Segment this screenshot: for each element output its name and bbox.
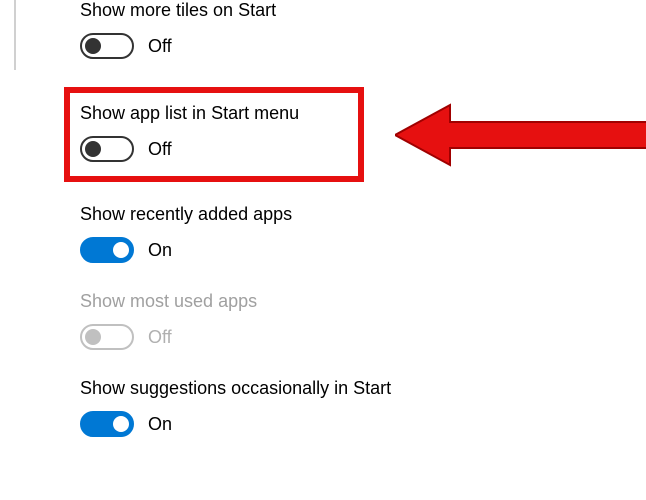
setting-label: Show more tiles on Start <box>80 0 646 21</box>
setting-label: Show app list in Start menu <box>80 103 346 124</box>
toggle-state-text: On <box>148 414 172 435</box>
setting-recently-added: Show recently added apps On <box>80 204 646 263</box>
toggle-show-app-list[interactable] <box>80 136 134 162</box>
toggle-row: Off <box>80 33 646 59</box>
setting-label: Show recently added apps <box>80 204 646 225</box>
toggle-row: Off <box>80 136 346 162</box>
setting-show-app-list: Show app list in Start menu Off <box>64 87 364 182</box>
setting-most-used: Show most used apps Off <box>80 291 646 350</box>
toggle-recently-added[interactable] <box>80 237 134 263</box>
toggle-state-text: Off <box>148 327 172 348</box>
toggle-state-text: Off <box>148 36 172 57</box>
setting-suggestions: Show suggestions occasionally in Start O… <box>80 378 646 437</box>
setting-label: Show most used apps <box>80 291 646 312</box>
setting-label: Show suggestions occasionally in Start <box>80 378 646 399</box>
toggle-row: On <box>80 411 646 437</box>
settings-list: Show more tiles on Start Off Show app li… <box>0 0 646 437</box>
toggle-row: On <box>80 237 646 263</box>
toggle-suggestions[interactable] <box>80 411 134 437</box>
left-panel-edge <box>0 0 16 70</box>
toggle-show-more-tiles[interactable] <box>80 33 134 59</box>
toggle-state-text: On <box>148 240 172 261</box>
toggle-most-used <box>80 324 134 350</box>
setting-show-more-tiles: Show more tiles on Start Off <box>80 0 646 59</box>
toggle-row: Off <box>80 324 646 350</box>
toggle-state-text: Off <box>148 139 172 160</box>
